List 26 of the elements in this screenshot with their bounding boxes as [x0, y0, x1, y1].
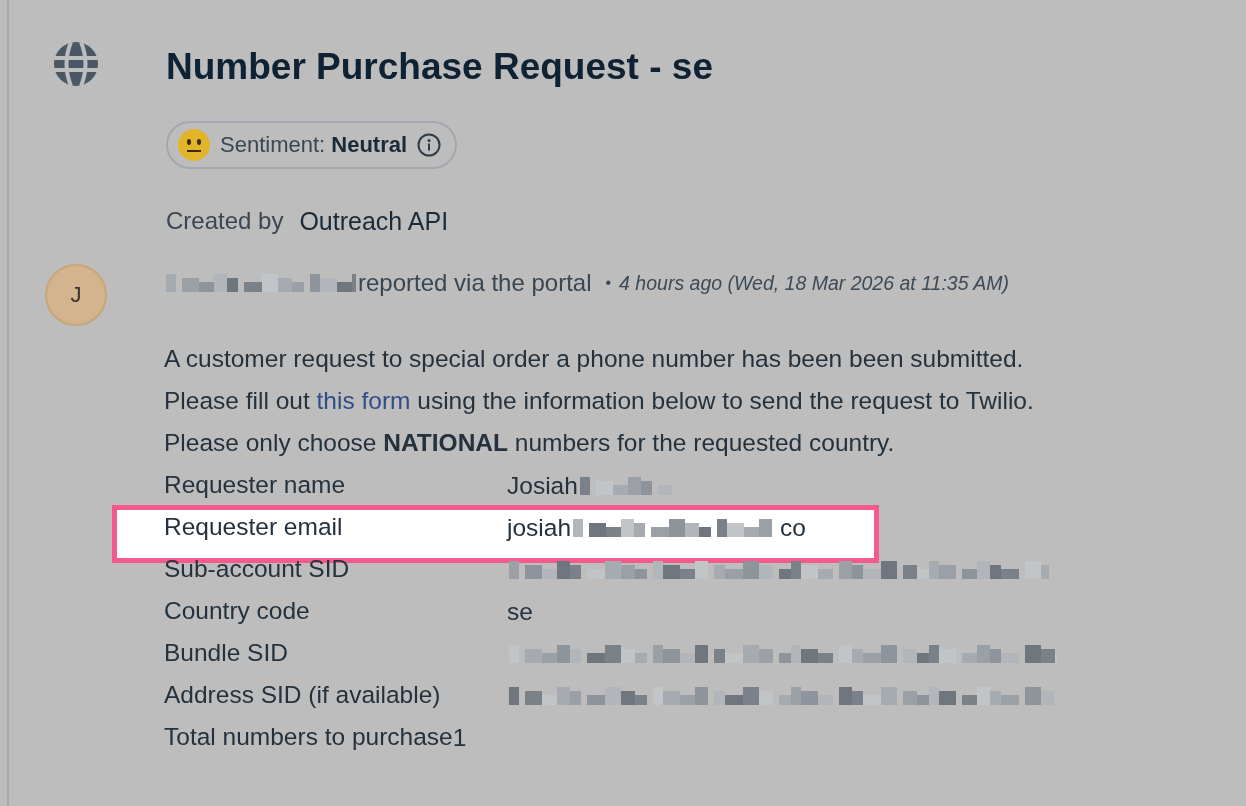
creator-name: Outreach API [299, 207, 449, 236]
message-line: Please fill out this form using the information below to send the request to Twilio. [164, 387, 1035, 416]
reporter-action: reported via the portal [358, 269, 592, 297]
message-line: Please only choose NATIONAL numbers for the requested country. [164, 429, 896, 458]
info-icon[interactable] [417, 133, 442, 157]
timestamp: 4 hours ago (Wed, 18 Mar 2026 at 11:35 AM) [619, 271, 1009, 295]
form-link[interactable]: this form [316, 387, 411, 414]
field-label: Requester email [164, 513, 344, 542]
field-label: Address SID (if available) [164, 681, 442, 710]
field-value: co [780, 514, 806, 542]
field-value: josiah [507, 514, 571, 542]
field-label: Country code [164, 597, 311, 626]
field-label: Bundle SID [164, 639, 289, 668]
ticket-title: Number Purchase Request - se [166, 45, 713, 89]
field-label: Requester name [164, 471, 347, 500]
created-by-label: Created by [166, 207, 284, 236]
user-avatar: J [45, 264, 107, 326]
field-label: Sub-account SID [164, 555, 351, 584]
field-value: Josiah [507, 472, 578, 500]
sentiment-label: Sentiment: Neutral [220, 132, 408, 158]
field-value: se [507, 598, 533, 626]
message-line: A customer request to special order a phone number has been been submitted. [164, 345, 1025, 374]
separator-dot: • [605, 274, 612, 292]
field-value: 1 [452, 724, 467, 752]
neutral-face-icon [178, 129, 210, 161]
field-label: Total numbers to purchase [164, 723, 453, 752]
